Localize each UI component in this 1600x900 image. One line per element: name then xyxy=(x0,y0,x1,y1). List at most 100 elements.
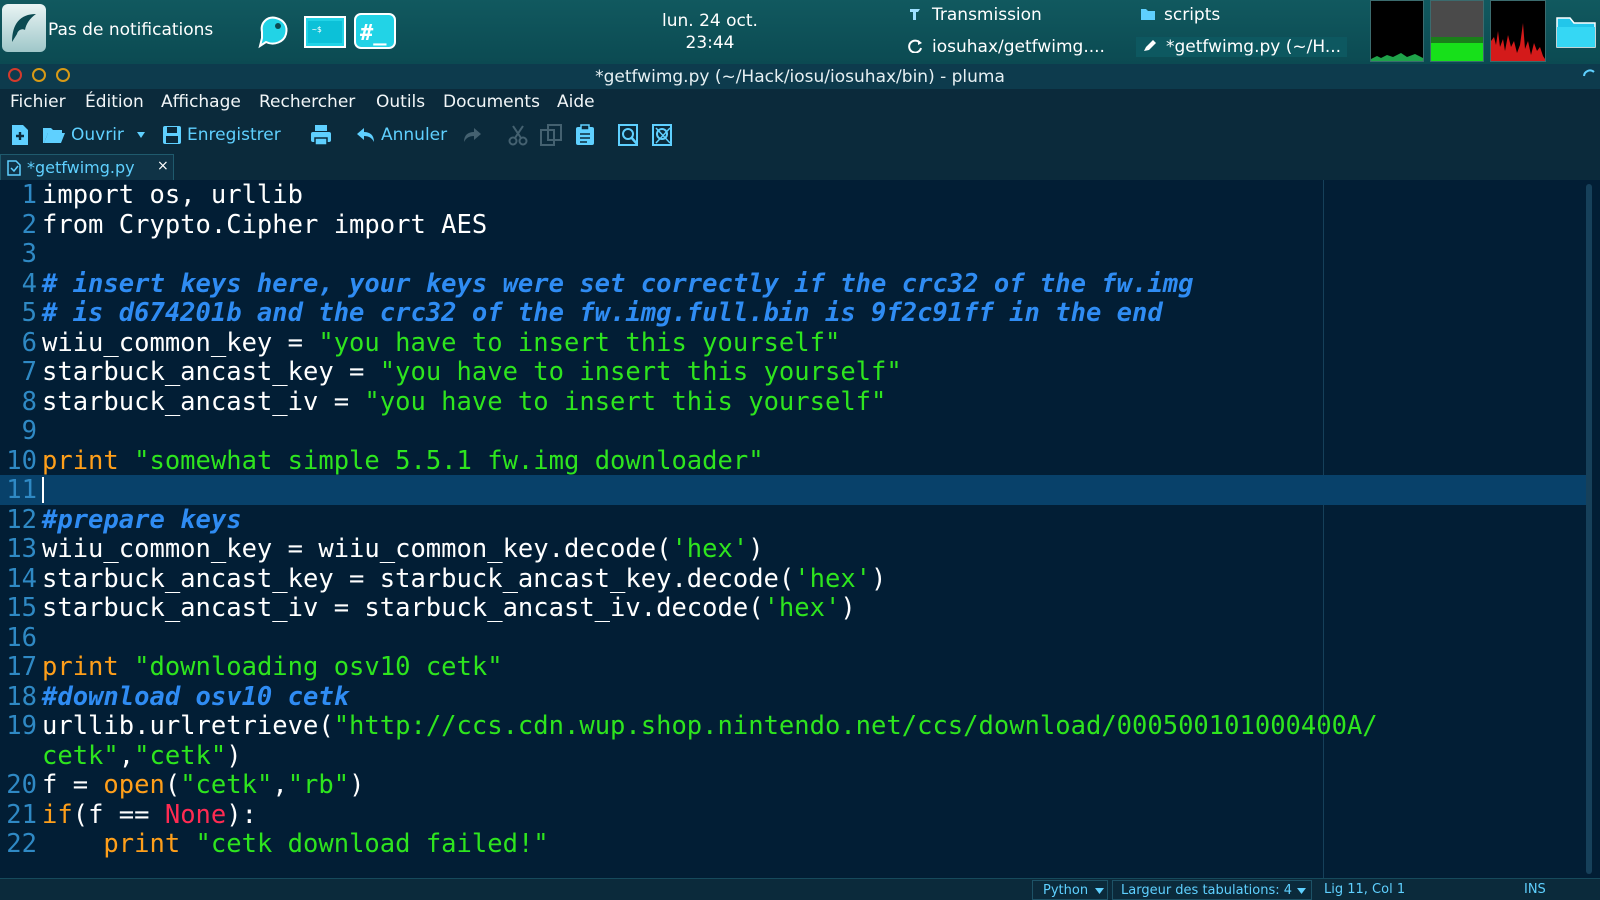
code-text: ) xyxy=(226,740,242,771)
memory-monitor[interactable] xyxy=(1430,0,1484,62)
string-token: 'hex' xyxy=(763,593,841,623)
code-text: , xyxy=(272,770,288,800)
clock[interactable]: lun. 24 oct. 23:44 xyxy=(620,10,800,54)
task-label: iosuhax/getfwimg.... xyxy=(932,37,1105,57)
code-line[interactable]: 12 #prepare keys xyxy=(0,505,1586,535)
search-button[interactable] xyxy=(618,122,645,148)
code-line[interactable]: cetk","cetk") xyxy=(0,741,1586,771)
task-transmission[interactable]: Transmission xyxy=(908,5,1042,25)
top-panel: Pas de notifications ~$ #_ lun. 24 oct. … xyxy=(0,0,1600,64)
code-line[interactable]: 20 f = open("cetk","rb") xyxy=(0,770,1586,800)
keyword-token: open xyxy=(103,770,165,800)
resize-corner-icon xyxy=(1583,69,1595,77)
code-line[interactable]: 16 xyxy=(0,623,1586,653)
menu-documents[interactable]: Documents xyxy=(443,92,540,112)
line-code: import os, urllib xyxy=(42,180,303,210)
code-text: from Crypto.Cipher import AES xyxy=(42,209,488,240)
task-scripts[interactable]: scripts xyxy=(1140,5,1220,25)
open-recent-dropdown[interactable] xyxy=(136,122,151,148)
paste-button[interactable] xyxy=(574,122,601,148)
chevron-down-icon xyxy=(137,132,145,138)
cut-button[interactable] xyxy=(508,122,533,148)
code-editor[interactable]: 1 import os, urllib 2 from Crypto.Cipher im… xyxy=(0,180,1600,878)
code-line[interactable]: 1 import os, urllib xyxy=(0,180,1586,210)
code-text: wiiu_common_key = wiiu_common_key.decode… xyxy=(42,534,672,564)
line-number: 21 xyxy=(6,799,37,830)
code-line[interactable]: 4 # insert keys here, your keys were set … xyxy=(0,269,1586,299)
code-line[interactable]: 2 from Crypto.Cipher import AES xyxy=(0,210,1586,240)
code-text: f = xyxy=(42,770,104,800)
save-button[interactable]: Enregistrer xyxy=(162,122,281,148)
line-number: 4 xyxy=(21,268,37,299)
code-line[interactable]: 11 xyxy=(0,475,1586,505)
keyword-token: if xyxy=(42,799,73,830)
redo-button[interactable] xyxy=(462,122,487,148)
code-text: urllib.urlretrieve( xyxy=(42,711,334,741)
code-line[interactable]: 15 starbuck_ancast_iv = starbuck_ancast_i… xyxy=(0,593,1586,623)
line-code: cetk","cetk") xyxy=(42,741,242,771)
code-line[interactable]: 21 if(f == None): xyxy=(0,800,1586,830)
line-code: from Crypto.Cipher import AES xyxy=(42,210,487,240)
code-text: starbuck_ancast_key = starbuck_ancast_ke… xyxy=(42,563,795,594)
window-title: *getfwimg.py (~/Hack/iosu/iosuhax/bin) -… xyxy=(595,67,1005,87)
line-number: 12 xyxy=(6,504,37,535)
cursor-position: Lig 11, Col 1 xyxy=(1324,882,1406,897)
vertical-scrollbar[interactable] xyxy=(1586,184,1592,874)
launcher-root-terminal[interactable]: #_ xyxy=(354,12,396,50)
code-text: ) xyxy=(748,534,764,564)
line-number: 3 xyxy=(21,239,37,269)
launcher-files[interactable] xyxy=(1556,14,1596,48)
string-token: "http://ccs.cdn.wup.shop.nintendo.net/cc… xyxy=(333,711,1378,741)
code-line[interactable]: 6 wiiu_common_key = "you have to insert t… xyxy=(0,328,1586,358)
main-menu-button[interactable] xyxy=(2,4,46,52)
tab-width-selector[interactable]: Largeur des tabulations: 4 xyxy=(1112,880,1312,900)
window-titlebar[interactable]: *getfwimg.py (~/Hack/iosu/iosuhax/bin) -… xyxy=(0,64,1600,89)
replace-button[interactable] xyxy=(652,122,679,148)
code-line[interactable]: 5 # is d674201b and the crc32 of the fw.i… xyxy=(0,298,1586,328)
new-document-button[interactable] xyxy=(10,122,35,148)
code-text: import os, urllib xyxy=(42,180,303,210)
clock-time: 23:44 xyxy=(685,33,735,53)
code-line[interactable]: 17 print "downloading osv10 cetk" xyxy=(0,652,1586,682)
code-text: ): xyxy=(226,799,257,830)
line-code: print "somewhat simple 5.5.1 fw.img down… xyxy=(42,446,764,476)
print-button[interactable] xyxy=(310,122,337,148)
code-line[interactable]: 22 print "cetk download failed!" xyxy=(0,829,1586,859)
tab-getfwimg[interactable]: *getfwimg.py × xyxy=(0,154,174,180)
menu-outils[interactable]: Outils xyxy=(376,92,425,112)
launcher-app[interactable] xyxy=(254,12,296,50)
code-line[interactable]: 10 print "somewhat simple 5.5.1 fw.img do… xyxy=(0,446,1586,476)
notifications-label[interactable]: Pas de notifications xyxy=(48,20,213,40)
copy-button[interactable] xyxy=(540,122,567,148)
code-line[interactable]: 18 #download osv10 cetk xyxy=(0,682,1586,712)
code-line[interactable]: 7 starbuck_ancast_key = "you have to inse… xyxy=(0,357,1586,387)
language-selector[interactable]: Python xyxy=(1032,880,1108,900)
comment-token: # is d674201b and the crc32 of the fw.im… xyxy=(42,298,1163,328)
code-line[interactable]: 8 starbuck_ancast_iv = "you have to inser… xyxy=(0,387,1586,417)
launcher-terminal[interactable]: ~$ xyxy=(304,12,346,50)
task-browser[interactable]: iosuhax/getfwimg.... xyxy=(908,37,1105,57)
code-line[interactable]: 3 xyxy=(0,239,1586,269)
code-line[interactable]: 19 urllib.urlretrieve("http://ccs.cdn.wup… xyxy=(0,711,1586,741)
menu-affichage[interactable]: Affichage xyxy=(161,92,241,112)
menu-fichier[interactable]: Fichier xyxy=(10,92,66,112)
tab-close-button[interactable]: × xyxy=(157,158,169,174)
line-number: 15 xyxy=(6,593,37,623)
open-button[interactable]: Ouvrir xyxy=(42,122,124,148)
task-pluma[interactable]: *getfwimg.py (~/H... xyxy=(1136,37,1348,57)
menu-edition[interactable]: Édition xyxy=(85,92,144,112)
folder-icon xyxy=(1556,17,1596,48)
undo-button[interactable]: Annuler xyxy=(356,122,447,148)
line-code: starbuck_ancast_iv = "you have to insert… xyxy=(42,387,886,417)
cpu-monitor[interactable] xyxy=(1370,0,1424,62)
menu-aide[interactable]: Aide xyxy=(557,92,595,112)
code-line[interactable]: 14 starbuck_ancast_key = starbuck_ancast_… xyxy=(0,564,1586,594)
menu-rechercher[interactable]: Rechercher xyxy=(259,92,355,112)
find-replace-icon xyxy=(652,124,672,146)
keyword-token: print xyxy=(103,829,196,859)
code-line[interactable]: 9 xyxy=(0,416,1586,446)
code-line[interactable]: 13 wiiu_common_key = wiiu_common_key.deco… xyxy=(0,534,1586,564)
network-monitor[interactable] xyxy=(1490,0,1546,62)
code-text: starbuck_ancast_key = xyxy=(42,357,380,387)
dolphin-icon xyxy=(258,16,288,49)
